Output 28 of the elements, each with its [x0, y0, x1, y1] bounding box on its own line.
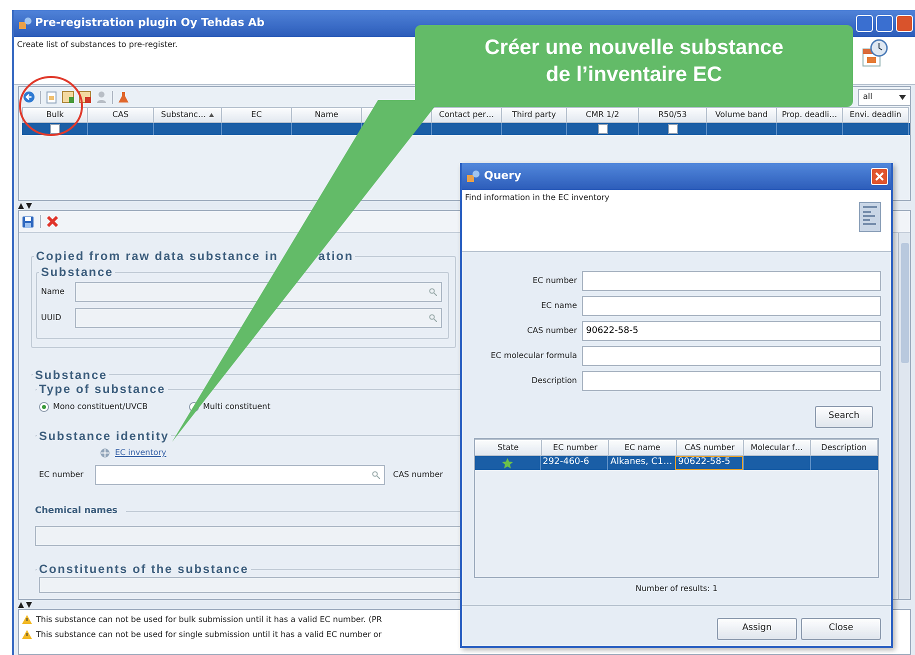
- table-cell: 90622-58-5: [675, 456, 743, 470]
- table-cell: Alkanes, C1…: [607, 456, 676, 470]
- field-label: Name: [41, 286, 66, 298]
- group-title: Substance: [34, 368, 108, 382]
- description-text: Create list of substances to pre-register.: [17, 39, 178, 51]
- warning-message: This substance can not be used for single submission until it has a valid EC number or: [36, 628, 382, 640]
- field-label: EC number: [532, 274, 577, 286]
- group-title: Constituents of the substance: [38, 562, 250, 577]
- field-label: EC name: [540, 300, 577, 312]
- window-title: Pre-registration plugin Oy Tehdas Ab: [35, 15, 266, 32]
- group-title: Type of substance: [38, 382, 167, 397]
- result-count: Number of results: 1: [635, 583, 718, 595]
- group-title: ation: [318, 249, 354, 264]
- field-label: CAS number: [393, 468, 443, 481]
- field-label: Description: [530, 374, 577, 386]
- group-title: Chemical names: [35, 504, 118, 518]
- group-title: Substance: [40, 265, 114, 280]
- field-label: UUID: [41, 312, 62, 324]
- group-title: Substance identity: [38, 428, 170, 443]
- callout-text: Créer une nouvelle substance de l’inventaire EC: [415, 25, 853, 107]
- field-label: EC number: [39, 468, 84, 481]
- group-title: Copied from raw data substance in: [36, 249, 278, 264]
- warning-message: This substance can not be used for bulk submission until it has a valid EC number. (PR: [36, 614, 382, 626]
- field-label: EC molecular formula: [490, 350, 577, 362]
- table-cell: 292-460-6: [540, 456, 608, 470]
- field-label: CAS number: [526, 324, 577, 336]
- description-text: Find information in the EC inventory: [465, 192, 610, 204]
- dialog-title: Query: [484, 168, 522, 184]
